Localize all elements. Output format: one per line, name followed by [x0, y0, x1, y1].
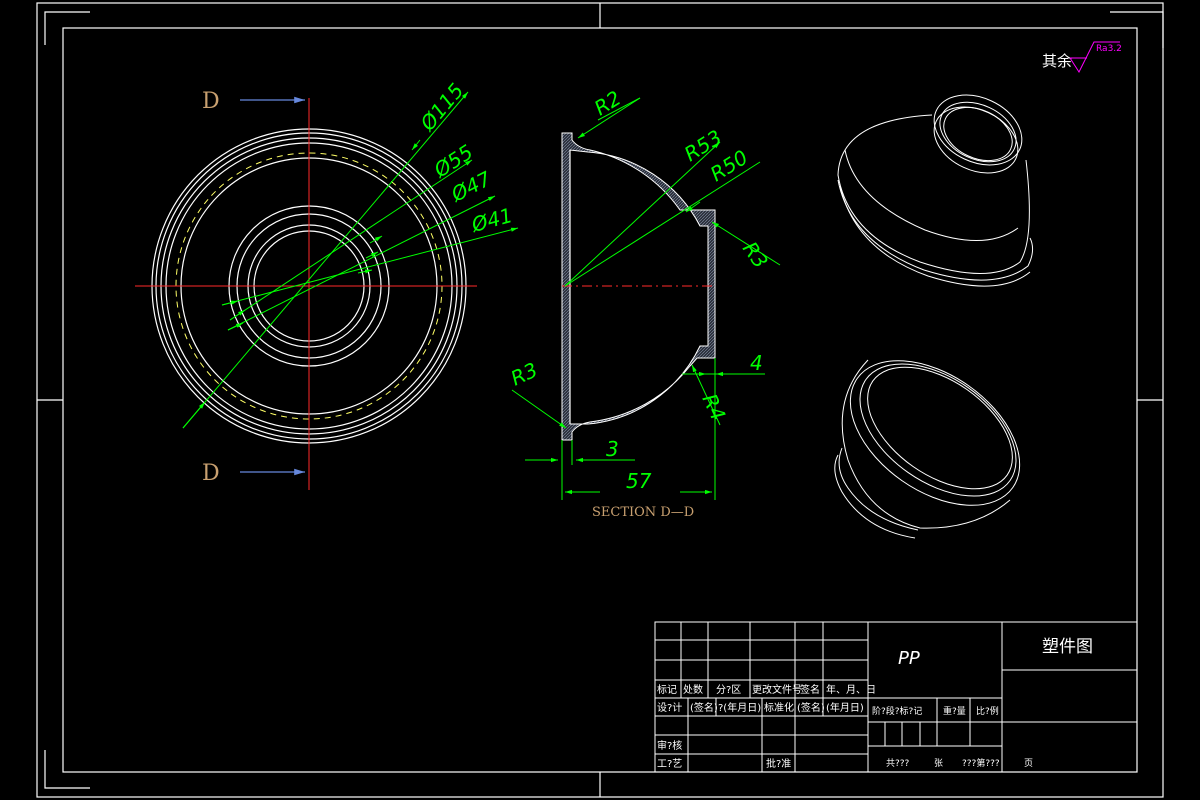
- roughness-symbol: 其余 Ra3.2: [1042, 41, 1122, 74]
- dim-r2: R2: [590, 86, 625, 120]
- section-title: SECTION D—D: [592, 505, 694, 520]
- row-standard-sign: (签名): [797, 701, 825, 714]
- sheet-total: 共???: [886, 758, 910, 769]
- row-approve: 批?准: [766, 757, 791, 770]
- row-process: 工?艺: [657, 758, 682, 770]
- sheet-border: [36, 2, 1164, 798]
- scale-label: 比?例: [976, 705, 999, 717]
- title-block: PP 塑件图 标记 处数 分?区 更改文件号 签名 年、月、日 设?计 (签名)…: [654, 621, 1138, 773]
- front-view: D D Ø115 Ø55 Ø47 Ø41: [135, 78, 519, 490]
- row-standard: 标准化: [764, 701, 794, 714]
- dim-r3-left: R3: [507, 358, 541, 391]
- dim-r3-right: R3: [738, 237, 773, 273]
- section-marker-bottom: D: [202, 461, 220, 486]
- row-design-date: ?(年月日): [718, 701, 761, 714]
- section-view: R2 R53 R50 R3 R3 R4 4 3 57 SECTION D—D: [507, 86, 781, 520]
- isometric-view-top: [837, 94, 1034, 287]
- row-review: 审?核: [657, 739, 682, 752]
- dim-r4: R4: [697, 390, 730, 424]
- sheet-number: ???第???: [962, 757, 1000, 769]
- stage-label: 阶?段?标?记: [872, 705, 922, 717]
- isometric-view-bottom: [834, 359, 1021, 539]
- page-label: 页: [1024, 758, 1033, 769]
- header-change-doc: 更改文件号: [752, 683, 802, 696]
- roughness-value: Ra3.2: [1096, 44, 1122, 54]
- row-design-sign: (签名): [690, 701, 718, 714]
- dim-4: 4: [750, 351, 763, 375]
- header-mark: 标记: [657, 684, 677, 696]
- material: PP: [898, 648, 920, 669]
- weight-label: 重?量: [943, 705, 966, 717]
- sheet-label: 张: [934, 758, 943, 769]
- dim-d41: Ø41: [468, 203, 515, 237]
- drawing-name: 塑件图: [1042, 637, 1093, 657]
- dim-57: 57: [626, 469, 652, 493]
- dim-3: 3: [606, 437, 619, 461]
- dim-d115: Ø115: [415, 78, 469, 135]
- header-count: 处数: [683, 683, 703, 696]
- row-design: 设?计: [657, 701, 682, 714]
- cad-drawing: 其余 Ra3.2 D D Ø115 Ø55 Ø47 Ø41 R2 R53 R50…: [36, 2, 1164, 798]
- section-marker-top: D: [202, 89, 220, 114]
- header-date: 年、月、日: [826, 683, 876, 696]
- header-signature: 签名: [800, 683, 820, 696]
- header-zone: 分?区: [716, 684, 741, 696]
- roughness-text: 其余: [1042, 52, 1072, 70]
- row-standard-date: (年月日): [826, 701, 864, 714]
